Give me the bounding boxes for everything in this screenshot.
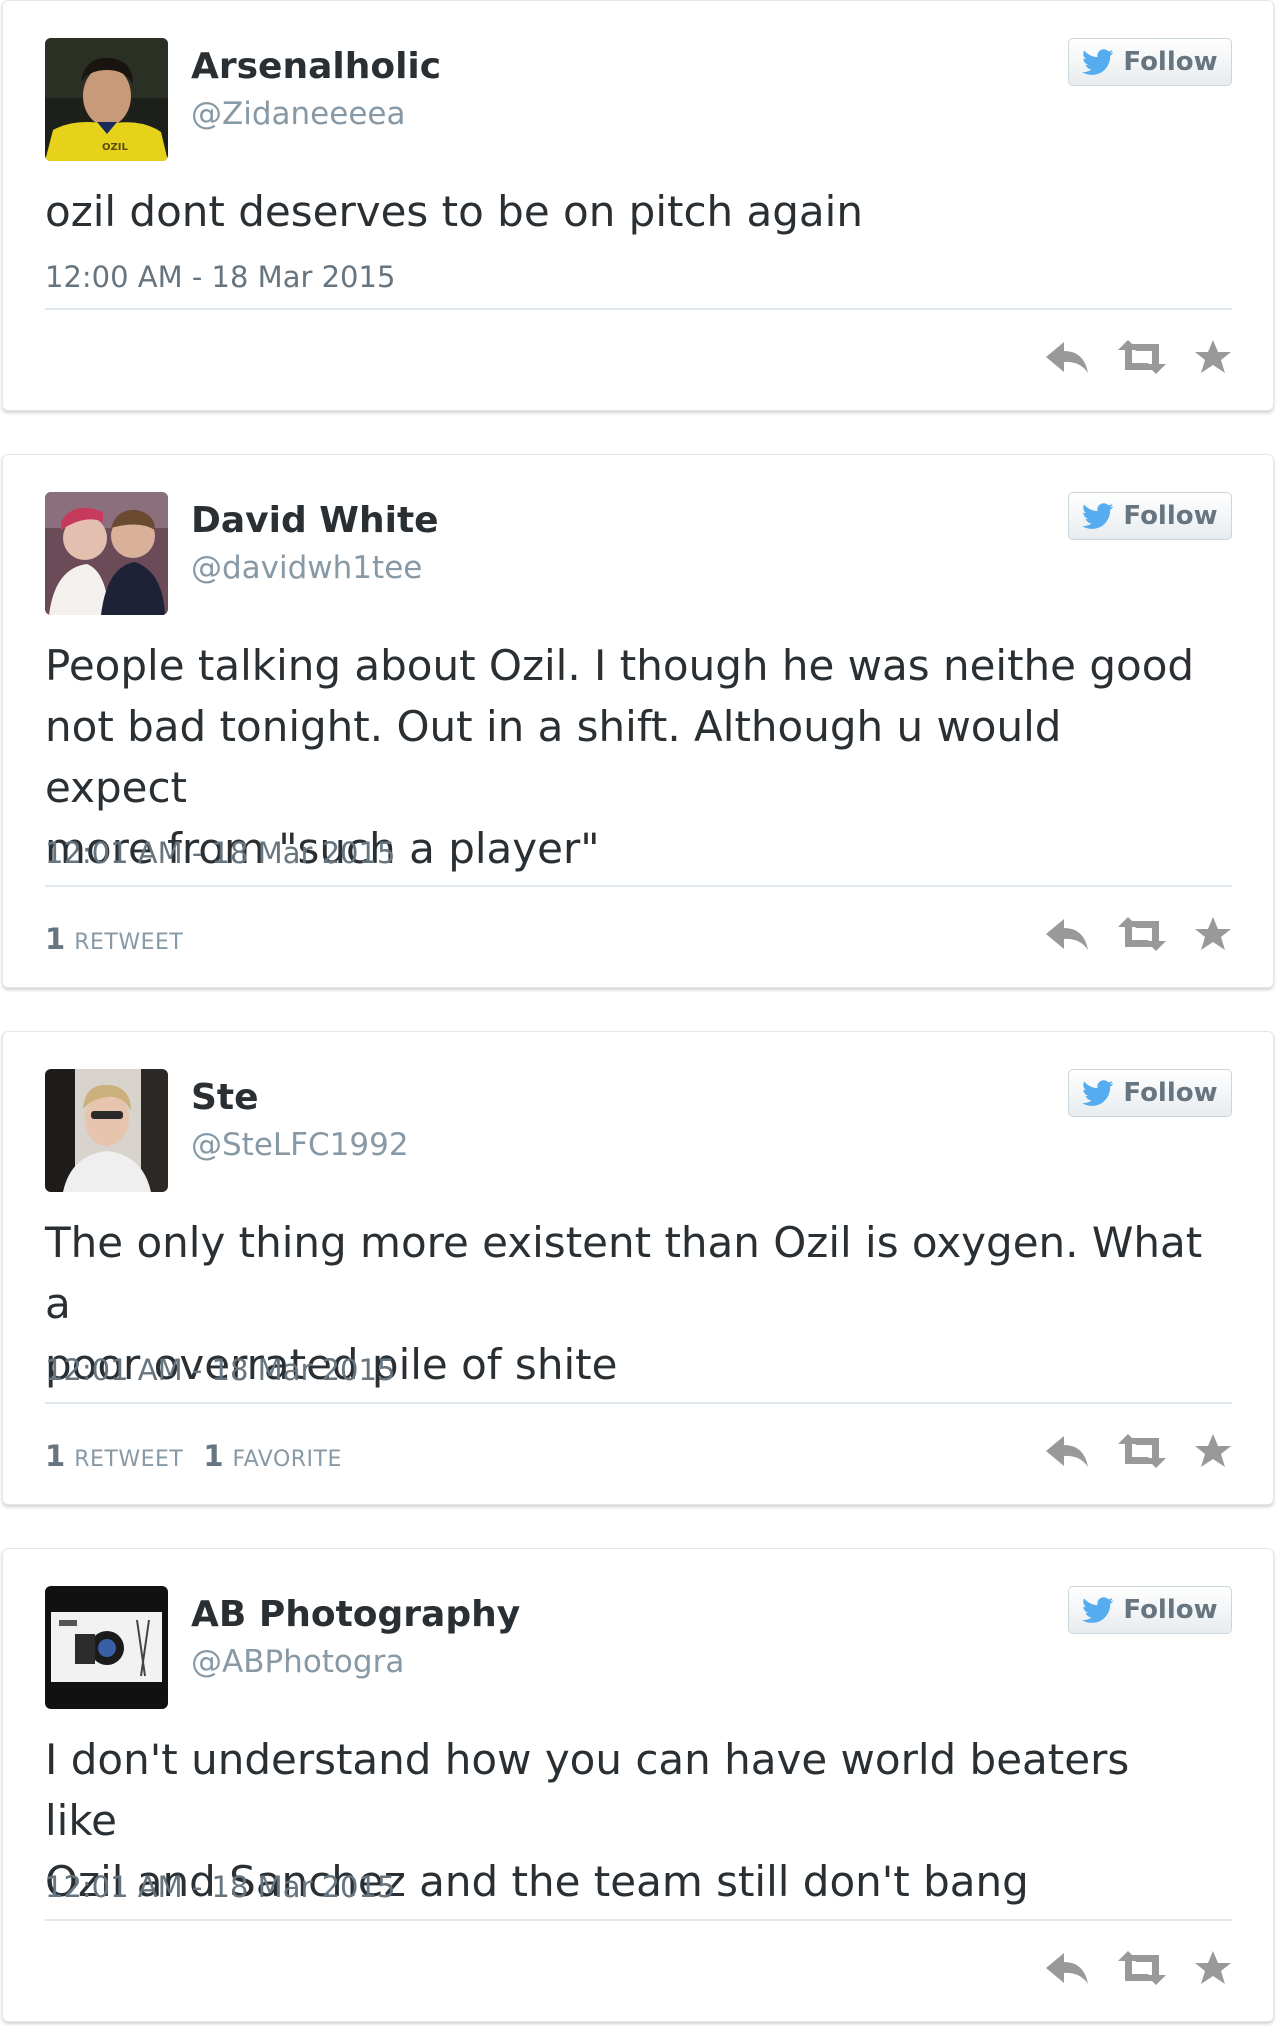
reply-icon[interactable]: [1044, 1950, 1090, 1986]
favorite-count[interactable]: 1 FAVORITE: [203, 1439, 342, 1473]
retweet-count[interactable]: 1 RETWEET: [45, 1439, 183, 1473]
follow-label: Follow: [1123, 1078, 1218, 1108]
tweet-timestamp[interactable]: 12:01 AM - 18 Mar 2015: [45, 1352, 395, 1388]
user-handle[interactable]: @ABPhotogra: [191, 1642, 404, 1682]
user-handle[interactable]: @davidwh1tee: [191, 548, 422, 588]
follow-button[interactable]: Follow: [1068, 1586, 1232, 1634]
tweet-card: David White @davidwh1tee Follow People t…: [2, 454, 1274, 988]
reply-icon[interactable]: [1044, 916, 1090, 952]
avatar[interactable]: [45, 1586, 168, 1709]
tweet-timestamp[interactable]: 12:00 AM - 18 Mar 2015: [45, 259, 395, 295]
divider: [45, 308, 1232, 310]
retweet-icon[interactable]: [1116, 1950, 1168, 1986]
follow-label: Follow: [1123, 1595, 1218, 1625]
tweet-card: OZIL Arsenalholic @Zidaneeeea Follow ozi…: [2, 0, 1274, 411]
twitter-bird-icon: [1082, 1079, 1114, 1106]
tweet-timestamp[interactable]: 12:01 AM - 18 Mar 2015: [45, 1869, 395, 1905]
follow-label: Follow: [1123, 47, 1218, 77]
avatar[interactable]: [45, 1069, 168, 1192]
twitter-bird-icon: [1082, 502, 1114, 529]
tweet-card: Ste @SteLFC1992 Follow The only thing mo…: [2, 1031, 1274, 1505]
display-name[interactable]: Ste: [191, 1076, 259, 1120]
retweet-icon[interactable]: [1116, 916, 1168, 952]
star-icon[interactable]: [1194, 339, 1232, 375]
avatar[interactable]: [45, 492, 168, 615]
tweet-timestamp[interactable]: 12:01 AM - 18 Mar 2015: [45, 835, 395, 871]
follow-button[interactable]: Follow: [1068, 492, 1232, 540]
retweet-icon[interactable]: [1116, 339, 1168, 375]
divider: [45, 885, 1232, 887]
avatar[interactable]: OZIL: [45, 38, 168, 161]
twitter-bird-icon: [1082, 48, 1114, 75]
tweet-actions: [1044, 916, 1232, 952]
tweet-card: AB Photography @ABPhotogra Follow I don'…: [2, 1548, 1274, 2022]
follow-button[interactable]: Follow: [1068, 38, 1232, 86]
retweet-icon[interactable]: [1116, 1433, 1168, 1469]
svg-text:OZIL: OZIL: [102, 142, 128, 153]
tweet-actions: [1044, 1433, 1232, 1469]
divider: [45, 1402, 1232, 1404]
tweet-stats: 1 RETWEET: [45, 922, 183, 956]
tweet-text: ozil dont deserves to be on pitch again: [45, 187, 863, 236]
follow-button[interactable]: Follow: [1068, 1069, 1232, 1117]
display-name[interactable]: AB Photography: [191, 1593, 520, 1637]
user-handle[interactable]: @Zidaneeeea: [191, 94, 405, 134]
star-icon[interactable]: [1194, 1433, 1232, 1469]
retweet-count[interactable]: 1 RETWEET: [45, 922, 183, 956]
follow-label: Follow: [1123, 501, 1218, 531]
divider: [45, 1919, 1232, 1921]
display-name[interactable]: Arsenalholic: [191, 45, 441, 89]
tweet-actions: [1044, 339, 1232, 375]
user-handle[interactable]: @SteLFC1992: [191, 1125, 409, 1165]
reply-icon[interactable]: [1044, 1433, 1090, 1469]
tweet-actions: [1044, 1950, 1232, 1986]
star-icon[interactable]: [1194, 1950, 1232, 1986]
display-name[interactable]: David White: [191, 499, 439, 543]
reply-icon[interactable]: [1044, 339, 1090, 375]
tweet-stats: 1 RETWEET 1 FAVORITE: [45, 1439, 342, 1473]
star-icon[interactable]: [1194, 916, 1232, 952]
twitter-bird-icon: [1082, 1596, 1114, 1623]
